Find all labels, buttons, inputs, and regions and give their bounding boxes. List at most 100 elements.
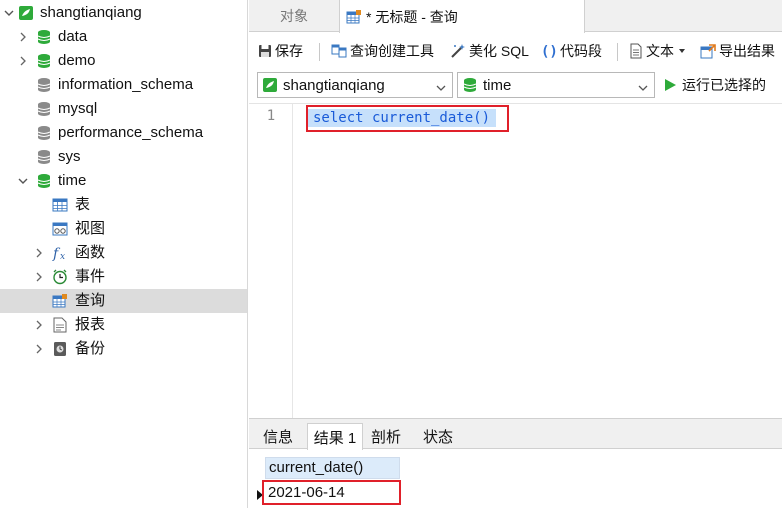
clock-icon (52, 269, 68, 285)
tree-label: 函数 (75, 244, 106, 261)
tree-label: information_schema (58, 76, 194, 93)
tree-label: 表 (75, 196, 91, 213)
tree-label: time (58, 172, 87, 189)
result-tabs: 信息 结果 1 剖析 状态 (249, 419, 782, 450)
database-closed-icon (36, 77, 52, 93)
connection-icon (262, 77, 278, 93)
line-number: 1 (266, 108, 276, 124)
export-icon (700, 44, 716, 59)
database-open-icon (36, 173, 52, 189)
tree-item-functions[interactable]: fx 函数 (0, 241, 247, 265)
svg-text:(): () (541, 44, 557, 59)
tab-label: * 无标题 - 查询 (366, 8, 458, 25)
save-button[interactable]: 保存 (258, 39, 303, 63)
query-builder-icon (331, 44, 347, 58)
tree-label: shangtianqiang (40, 4, 142, 21)
connection-icon (18, 5, 34, 21)
database-open-icon (36, 53, 52, 69)
tree-db-data[interactable]: data (0, 25, 247, 49)
backup-icon (52, 341, 68, 357)
query-toolbar: 保存 查询创建工具 美化 SQL () 代码段 文本 导出结果 (249, 33, 782, 69)
chevron-right-icon[interactable] (18, 32, 28, 42)
chevron-right-icon[interactable] (18, 56, 28, 66)
annotation-box (306, 105, 509, 132)
save-icon (259, 45, 271, 57)
function-icon: fx (52, 245, 68, 261)
tab-status[interactable]: 状态 (415, 423, 461, 449)
beautify-sql-button[interactable]: 美化 SQL (450, 39, 529, 63)
tree-label: sys (58, 148, 81, 165)
view-icon (52, 221, 68, 237)
database-closed-icon (36, 101, 52, 117)
tree-label: 事件 (75, 268, 106, 285)
tree-label: data (58, 28, 88, 45)
query-icon (346, 9, 361, 23)
line-number-gutter: 1 (249, 104, 293, 419)
tree-label: performance_schema (58, 124, 204, 141)
tree-item-reports[interactable]: 报表 (0, 313, 247, 337)
tree-item-backups[interactable]: 备份 (0, 337, 247, 361)
chevron-right-icon[interactable] (34, 320, 44, 330)
tab-profile[interactable]: 剖析 (363, 423, 409, 449)
database-open-icon (36, 29, 52, 45)
report-icon (52, 317, 68, 333)
caret-down-icon (679, 49, 685, 53)
sql-editor[interactable]: 1 select current_date() (249, 103, 782, 419)
chevron-down-icon (638, 80, 648, 97)
tree-db-sys[interactable]: sys (0, 145, 247, 169)
play-icon (665, 79, 676, 91)
tab-query[interactable]: * 无标题 - 查询 (339, 0, 585, 33)
result-panel: 信息 结果 1 剖析 状态 current_date() 2021-06-14 (249, 418, 782, 508)
braces-icon: () (541, 44, 557, 59)
tab-bar: 对象 * 无标题 - 查询 (249, 0, 782, 33)
chevron-right-icon[interactable] (34, 344, 44, 354)
toolbar-divider (319, 43, 320, 61)
text-mode-button[interactable]: 文本 (629, 39, 690, 63)
tree-label: mysql (58, 100, 98, 117)
table-icon (52, 197, 68, 213)
run-selected-button[interactable]: 运行已选择的 (663, 74, 766, 96)
chevron-right-icon[interactable] (34, 248, 44, 258)
tab-label: 对象 (280, 8, 308, 24)
connection-select-value: shangtianqiang (283, 76, 385, 94)
chevron-right-icon[interactable] (34, 272, 44, 282)
query-context-bar: shangtianqiang time 运行已选择的 (249, 70, 782, 102)
magic-wand-icon (451, 44, 465, 58)
object-tree[interactable]: shangtianqiang data demo information_sch… (0, 0, 248, 508)
tree-db-performance-schema[interactable]: performance_schema (0, 121, 247, 145)
tree-db-information-schema[interactable]: information_schema (0, 73, 247, 97)
document-icon (630, 43, 642, 59)
tab-info[interactable]: 信息 (255, 423, 301, 449)
tree-item-queries[interactable]: 查询 (0, 289, 247, 313)
chevron-down-icon (436, 80, 446, 97)
toolbar-divider (617, 43, 618, 61)
code-snippet-button[interactable]: () 代码段 (541, 39, 602, 63)
database-select-value: time (483, 76, 512, 94)
chevron-down-icon[interactable] (4, 8, 14, 18)
result-column-header[interactable]: current_date() (265, 457, 400, 479)
tab-result-1[interactable]: 结果 1 (307, 423, 363, 450)
annotation-box (262, 480, 401, 505)
tree-label: demo (58, 52, 96, 69)
tree-label: 备份 (75, 340, 106, 357)
tree-db-mysql[interactable]: mysql (0, 97, 247, 121)
tree-item-events[interactable]: 事件 (0, 265, 247, 289)
query-builder-button[interactable]: 查询创建工具 (331, 39, 434, 63)
chevron-down-icon[interactable] (18, 176, 28, 186)
tree-item-views[interactable]: 视图 (0, 217, 247, 241)
tree-label: 报表 (75, 316, 106, 333)
tree-db-demo[interactable]: demo (0, 49, 247, 73)
database-closed-icon (36, 149, 52, 165)
database-select[interactable]: time (457, 72, 655, 98)
tab-objects[interactable]: 对象 (249, 0, 339, 32)
database-open-icon (462, 77, 478, 93)
export-result-button[interactable]: 导出结果 (700, 39, 775, 63)
tree-connection[interactable]: shangtianqiang (0, 1, 247, 25)
tree-item-tables[interactable]: 表 (0, 193, 247, 217)
tree-db-time[interactable]: time (0, 169, 247, 193)
database-closed-icon (36, 125, 52, 141)
svg-text:x: x (60, 252, 65, 261)
connection-select[interactable]: shangtianqiang (257, 72, 453, 98)
tree-label: 查询 (75, 292, 106, 309)
query-icon (52, 293, 68, 309)
